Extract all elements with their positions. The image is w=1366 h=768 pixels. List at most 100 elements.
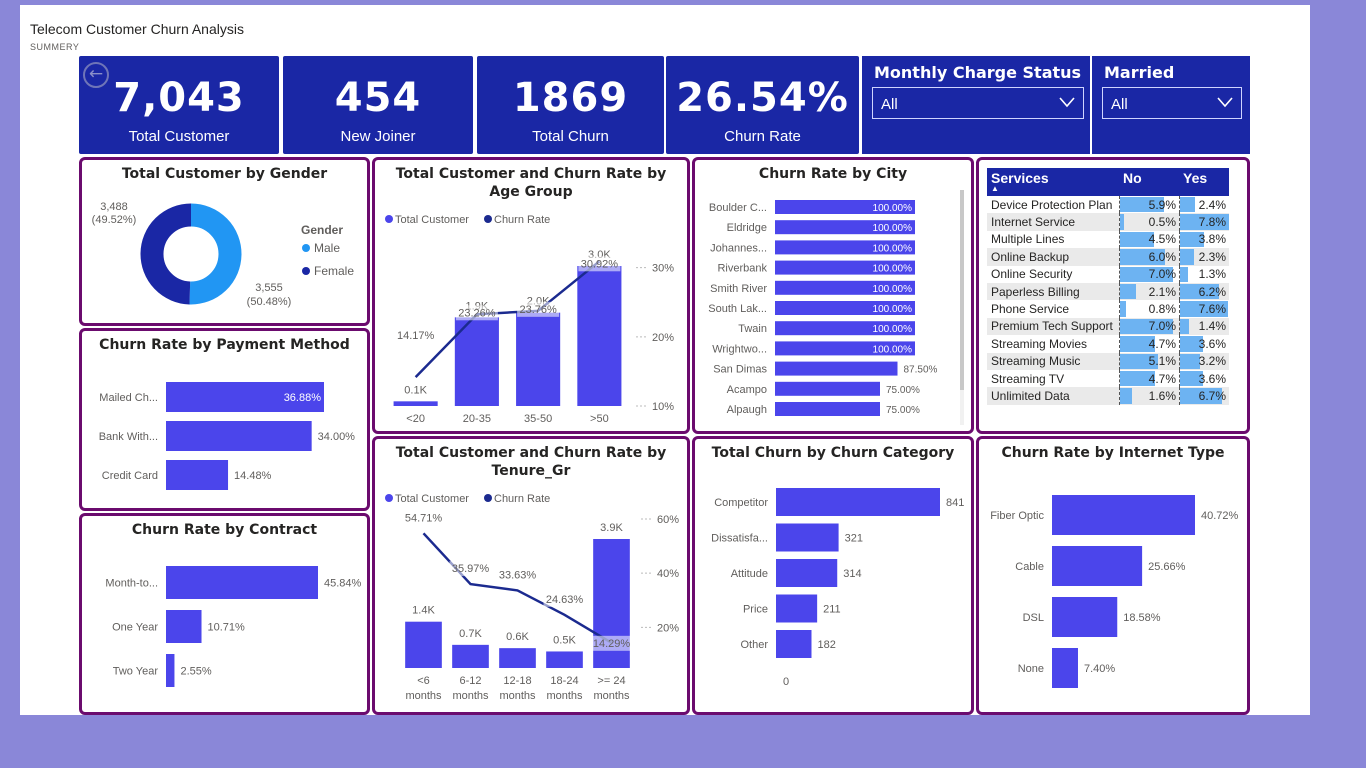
category-label: months bbox=[405, 690, 442, 702]
cell-value: 0.8% bbox=[1148, 302, 1176, 317]
card-payment-method: Churn Rate by Payment Method Mailed Ch..… bbox=[79, 328, 370, 511]
age-combo-chart[interactable]: Total Customer Churn Rate 10% 20% 30% 0.1K <20… bbox=[375, 160, 687, 431]
category-label: Mailed Ch... bbox=[99, 392, 158, 404]
report-title: Telecom Customer Churn Analysis bbox=[30, 21, 244, 37]
kpi-value: 1869 bbox=[512, 75, 629, 121]
cell-value: 6.7% bbox=[1198, 388, 1226, 403]
bar bbox=[775, 361, 898, 376]
cell-value: 7.0% bbox=[1148, 267, 1176, 282]
card-services: Services ▲ No Yes Device Protection Plan 5… bbox=[976, 157, 1250, 434]
gender-donut-chart[interactable]: 3,488(49.52%) 3,555 (50.48%) Gender Male Fema… bbox=[82, 160, 367, 323]
category-label: Credit Card bbox=[102, 470, 158, 482]
table-row[interactable]: Unlimited Data 1.6% 6.7% bbox=[987, 387, 1229, 405]
kpi-churn-rate: 26.54% Churn Rate bbox=[666, 56, 859, 154]
data-label: 100.00% bbox=[873, 264, 913, 275]
legend-label: Female bbox=[314, 264, 354, 278]
data-label: 33.63% bbox=[499, 569, 537, 581]
table-row[interactable]: Device Protection Plan 5.9% 2.4% bbox=[987, 196, 1229, 214]
category-label: Other bbox=[740, 639, 768, 651]
internet-bar-chart[interactable]: Fiber Optic 40.72% Cable 25.66% DSL 18.58% Non… bbox=[979, 439, 1247, 712]
table-row[interactable]: Internet Service 0.5% 7.8% bbox=[987, 213, 1229, 231]
table-row[interactable]: Online Backup 6.0% 2.3% bbox=[987, 248, 1229, 266]
series-line bbox=[414, 260, 601, 379]
slice-label: (50.48%) bbox=[247, 296, 292, 308]
cell-value: 0.5% bbox=[1148, 215, 1176, 230]
legend-marker bbox=[484, 494, 492, 502]
tenure-combo-chart[interactable]: Total Customer Churn Rate 20% 40% 60% 1.4K <6 m… bbox=[375, 439, 687, 712]
table-row[interactable]: Paperless Billing 2.1% 6.2% bbox=[987, 282, 1229, 301]
bar bbox=[166, 566, 318, 599]
table-row[interactable]: Online Security 7.0% 1.3% bbox=[987, 265, 1229, 283]
cell-value: 3.8% bbox=[1198, 232, 1226, 247]
contract-bar-chart[interactable]: Month-to... 45.84% One Year 10.71% Two Year 2… bbox=[82, 516, 367, 712]
bar bbox=[776, 523, 839, 552]
legend-label: Churn Rate bbox=[494, 214, 550, 226]
data-bar-cell: 3.6% bbox=[1179, 335, 1229, 353]
table-row[interactable]: Phone Service 0.8% 7.6% bbox=[987, 300, 1229, 318]
table-row[interactable]: Premium Tech Support 7.0% 1.4% bbox=[987, 317, 1229, 336]
bar bbox=[166, 654, 175, 687]
category-label: Johannes... bbox=[710, 242, 767, 254]
slice-label: (49.52%) bbox=[92, 214, 137, 226]
monthly-charge-dropdown[interactable]: All bbox=[872, 87, 1084, 119]
bar bbox=[776, 594, 818, 623]
data-bar-cell: 5.1% bbox=[1119, 352, 1179, 370]
category-label: months bbox=[593, 690, 630, 702]
data-label: 30.92% bbox=[581, 258, 619, 270]
service-name: Paperless Billing bbox=[987, 282, 1119, 301]
category-label: Wrightwo... bbox=[712, 343, 767, 355]
cell-value: 2.3% bbox=[1198, 249, 1226, 264]
slicer-monthly-charge-status: Monthly Charge Status All bbox=[862, 56, 1090, 154]
legend-marker bbox=[302, 267, 310, 275]
category-label: months bbox=[546, 690, 583, 702]
slicer-title: Monthly Charge Status bbox=[874, 63, 1082, 82]
data-label: 100.00% bbox=[873, 203, 913, 214]
data-bar-cell: 6.0% bbox=[1119, 248, 1179, 266]
category-label: Acampo bbox=[727, 384, 767, 396]
data-bar bbox=[1120, 301, 1126, 317]
service-name: Premium Tech Support bbox=[987, 317, 1119, 336]
payment-bar-chart[interactable]: Mailed Ch... 36.88% Bank With... 34.00% Cred… bbox=[82, 331, 367, 508]
table-row[interactable]: Streaming Movies 4.7% 3.6% bbox=[987, 335, 1229, 353]
category-bar-chart[interactable]: Competitor 841 Dissatisfa... 321 Attitude 314… bbox=[695, 439, 971, 712]
bar bbox=[775, 381, 880, 396]
data-label: 36.88% bbox=[284, 392, 322, 404]
cell-value: 3.6% bbox=[1198, 371, 1226, 386]
legend-label: Total Customer bbox=[395, 214, 469, 226]
services-table[interactable]: Services ▲ No Yes Device Protection Plan 5… bbox=[987, 168, 1229, 405]
sort-ascending-icon: ▲ bbox=[991, 184, 999, 193]
service-name: Streaming TV bbox=[991, 371, 1065, 386]
data-label: 321 bbox=[845, 533, 863, 545]
axis-tick-label: 20% bbox=[657, 622, 679, 634]
table-row[interactable]: Multiple Lines 4.5% 3.8% bbox=[987, 230, 1229, 249]
slicer-value: All bbox=[881, 96, 898, 113]
bar bbox=[516, 312, 561, 406]
legend-label: Total Customer bbox=[395, 493, 469, 505]
cell-value: 1.6% bbox=[1148, 388, 1176, 403]
data-label: 1.4K bbox=[412, 605, 435, 617]
kpi-label: Total Churn bbox=[532, 128, 609, 145]
table-row[interactable]: Streaming Music 5.1% 3.2% bbox=[987, 352, 1229, 370]
column-header-no[interactable]: No bbox=[1119, 168, 1179, 196]
column-header-services[interactable]: Services ▲ bbox=[987, 168, 1119, 196]
married-dropdown[interactable]: All bbox=[1102, 87, 1242, 119]
bar bbox=[393, 401, 438, 406]
table-row[interactable]: Streaming TV 4.7% 3.6% bbox=[987, 369, 1229, 388]
data-label: 34.00% bbox=[318, 431, 356, 443]
cell-value: 7.6% bbox=[1198, 302, 1226, 317]
data-bar bbox=[1180, 197, 1195, 213]
page-name: SUMMERY bbox=[30, 42, 80, 52]
kpi-total-churn: 1869 Total Churn bbox=[477, 56, 664, 154]
legend-marker bbox=[385, 215, 393, 223]
data-label: 35.97% bbox=[452, 563, 490, 575]
service-name: Phone Service bbox=[991, 302, 1070, 317]
slicer-title: Married bbox=[1104, 63, 1175, 82]
data-label: 23.26% bbox=[458, 307, 496, 319]
category-label: Bank With... bbox=[99, 431, 158, 443]
bar bbox=[405, 621, 442, 668]
data-bar-cell: 4.7% bbox=[1119, 369, 1179, 388]
city-bar-chart[interactable]: Boulder C... 100.00% Eldridge 100.00% Johann… bbox=[695, 160, 971, 431]
data-label: 100.00% bbox=[873, 344, 913, 355]
column-header-yes[interactable]: Yes bbox=[1179, 168, 1229, 196]
chevron-down-icon bbox=[1059, 97, 1075, 108]
